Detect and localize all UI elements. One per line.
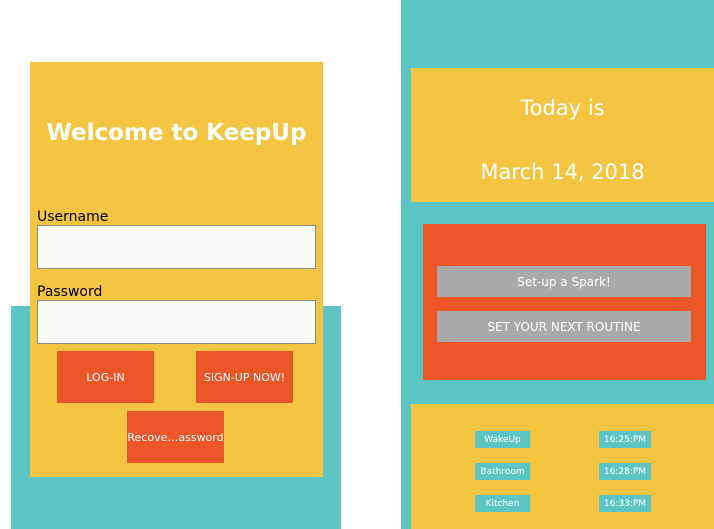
username-label: Username xyxy=(37,209,109,225)
date-card: Today is March 14, 2018 xyxy=(411,68,714,202)
routine-name-kitchen[interactable]: Kitchen xyxy=(475,495,530,512)
setup-spark-button[interactable]: Set-up a Spark! xyxy=(437,266,691,297)
routine-list: WakeUp 16:25:PM Bathroom 16:28:PM Kitche… xyxy=(411,404,714,529)
recover-password-button[interactable]: Recove…assword xyxy=(127,411,224,463)
routine-name-bathroom[interactable]: Bathroom xyxy=(475,463,530,480)
password-label: Password xyxy=(37,284,103,300)
login-screen: Welcome to KeepUp Username Password LOG-… xyxy=(11,0,341,529)
username-field[interactable] xyxy=(37,225,316,269)
actions-card: Set-up a Spark! SET YOUR NEXT ROUTINE xyxy=(423,224,706,380)
signup-button[interactable]: SIGN-UP NOW! xyxy=(196,351,293,403)
today-label: Today is xyxy=(520,96,605,120)
home-screen: Today is March 14, 2018 Set-up a Spark! … xyxy=(401,0,714,529)
set-routine-button[interactable]: SET YOUR NEXT ROUTINE xyxy=(437,311,691,342)
login-card: Welcome to KeepUp Username Password LOG-… xyxy=(30,62,323,477)
current-date: March 14, 2018 xyxy=(480,160,645,184)
routine-time-bathroom: 16:28:PM xyxy=(599,463,651,480)
password-field[interactable] xyxy=(37,300,316,344)
routine-time-wakeup: 16:25:PM xyxy=(599,431,651,448)
welcome-title: Welcome to KeepUp xyxy=(46,120,307,146)
routine-name-wakeup[interactable]: WakeUp xyxy=(475,431,530,448)
login-button[interactable]: LOG-IN xyxy=(57,351,154,403)
routine-time-kitchen: 16:33:PM xyxy=(599,495,651,512)
